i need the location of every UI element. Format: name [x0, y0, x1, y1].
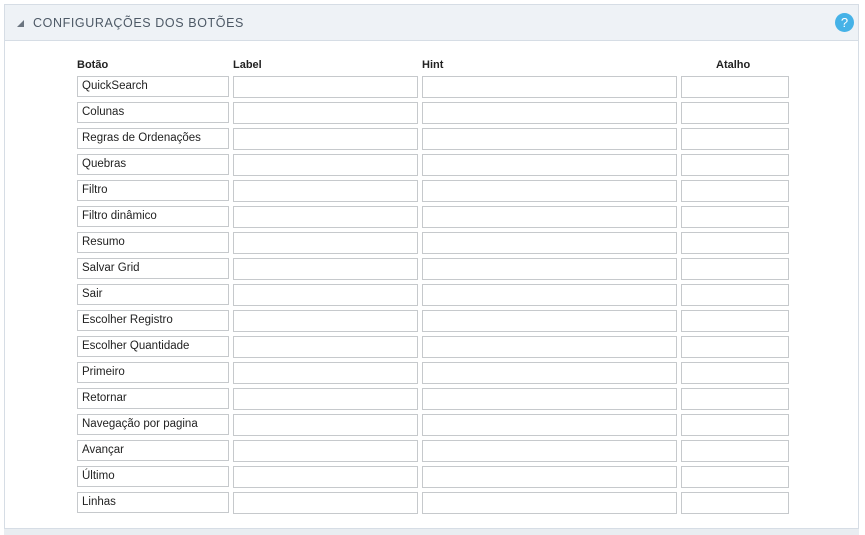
button-name-cell: Avançar [77, 440, 229, 461]
column-header-shortcut: Atalho [716, 59, 751, 71]
collapse-triangle-icon[interactable] [17, 20, 24, 27]
help-button[interactable]: ? [835, 13, 854, 32]
table-row: QuickSearch [0, 76, 865, 98]
button-name-cell: Primeiro [77, 362, 229, 383]
hint-input[interactable] [422, 440, 677, 462]
column-header-hint: Hint [422, 59, 444, 71]
button-name-cell: Sair [77, 284, 229, 305]
label-input[interactable] [233, 154, 418, 176]
shortcut-input[interactable] [681, 258, 789, 280]
button-name-cell: Linhas [77, 492, 229, 513]
shortcut-input[interactable] [681, 102, 789, 124]
shortcut-input[interactable] [681, 336, 789, 358]
table-row: Escolher Registro [0, 310, 865, 332]
table-row: Regras de Ordenações [0, 128, 865, 150]
label-input[interactable] [233, 206, 418, 228]
shortcut-input[interactable] [681, 154, 789, 176]
label-input[interactable] [233, 336, 418, 358]
shortcut-input[interactable] [681, 128, 789, 150]
hint-input[interactable] [422, 232, 677, 254]
shortcut-input[interactable] [681, 284, 789, 306]
label-input[interactable] [233, 310, 418, 332]
table-row: Salvar Grid [0, 258, 865, 280]
panel-title: CONFIGURAÇÕES DOS BOTÕES [33, 16, 244, 30]
button-name-cell: Navegação por pagina [77, 414, 229, 435]
table-row: Sair [0, 284, 865, 306]
shortcut-input[interactable] [681, 466, 789, 488]
button-name-cell: Quebras [77, 154, 229, 175]
hint-input[interactable] [422, 466, 677, 488]
table-row: Resumo [0, 232, 865, 254]
shortcut-input[interactable] [681, 388, 789, 410]
button-name-cell: Escolher Quantidade [77, 336, 229, 357]
label-input[interactable] [233, 232, 418, 254]
button-name-cell: Resumo [77, 232, 229, 253]
table-row: Quebras [0, 154, 865, 176]
label-input[interactable] [233, 180, 418, 202]
table-row: Filtro dinâmico [0, 206, 865, 228]
table-row: Linhas [0, 492, 865, 514]
table-row: Avançar [0, 440, 865, 462]
table-row: Filtro [0, 180, 865, 202]
hint-input[interactable] [422, 310, 677, 332]
shortcut-input[interactable] [681, 362, 789, 384]
label-input[interactable] [233, 362, 418, 384]
hint-input[interactable] [422, 258, 677, 280]
table-row: Primeiro [0, 362, 865, 384]
table-row: Último [0, 466, 865, 488]
label-input[interactable] [233, 440, 418, 462]
label-input[interactable] [233, 414, 418, 436]
panel-header: CONFIGURAÇÕES DOS BOTÕES ? [5, 5, 858, 41]
table-row: Colunas [0, 102, 865, 124]
button-name-cell: Retornar [77, 388, 229, 409]
label-input[interactable] [233, 492, 418, 514]
button-name-cell: Regras de Ordenações [77, 128, 229, 149]
hint-input[interactable] [422, 206, 677, 228]
shortcut-input[interactable] [681, 492, 789, 514]
button-name-cell: QuickSearch [77, 76, 229, 97]
shortcut-input[interactable] [681, 414, 789, 436]
button-name-cell: Escolher Registro [77, 310, 229, 331]
label-input[interactable] [233, 388, 418, 410]
hint-input[interactable] [422, 284, 677, 306]
column-header-button: Botão [77, 59, 109, 71]
hint-input[interactable] [422, 180, 677, 202]
shortcut-input[interactable] [681, 180, 789, 202]
table-row: Escolher Quantidade [0, 336, 865, 358]
label-input[interactable] [233, 466, 418, 488]
shortcut-input[interactable] [681, 232, 789, 254]
hint-input[interactable] [422, 76, 677, 98]
label-input[interactable] [233, 284, 418, 306]
hint-input[interactable] [422, 492, 677, 514]
button-name-cell: Colunas [77, 102, 229, 123]
button-name-cell: Filtro dinâmico [77, 206, 229, 227]
hint-input[interactable] [422, 388, 677, 410]
column-header-label: Label [233, 59, 262, 71]
shortcut-input[interactable] [681, 76, 789, 98]
hint-input[interactable] [422, 128, 677, 150]
shortcut-input[interactable] [681, 440, 789, 462]
label-input[interactable] [233, 258, 418, 280]
label-input[interactable] [233, 76, 418, 98]
button-name-cell: Salvar Grid [77, 258, 229, 279]
hint-input[interactable] [422, 362, 677, 384]
table-row: Retornar [0, 388, 865, 410]
label-input[interactable] [233, 102, 418, 124]
shortcut-input[interactable] [681, 206, 789, 228]
button-name-cell: Último [77, 466, 229, 487]
hint-input[interactable] [422, 154, 677, 176]
table-row: Navegação por pagina [0, 414, 865, 436]
shortcut-input[interactable] [681, 310, 789, 332]
hint-input[interactable] [422, 336, 677, 358]
hint-input[interactable] [422, 102, 677, 124]
label-input[interactable] [233, 128, 418, 150]
hint-input[interactable] [422, 414, 677, 436]
button-name-cell: Filtro [77, 180, 229, 201]
